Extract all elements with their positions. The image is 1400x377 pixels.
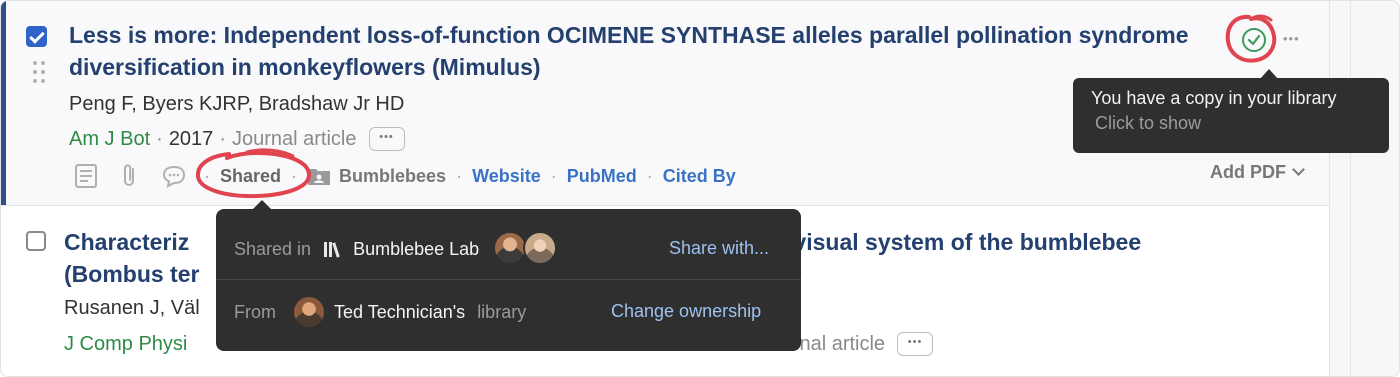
owner-avatar [292, 295, 326, 329]
title-visible-start: Characteriz [64, 229, 190, 255]
from-label: From [234, 301, 276, 322]
in-library-indicator[interactable] [1221, 11, 1283, 69]
library-tooltip: You have a copy in your library Click to… [1073, 69, 1389, 153]
notes-icon[interactable] [72, 162, 100, 190]
shared-in-line: Shared in Bumblebee Lab [234, 231, 563, 265]
owner-line: From Ted Technician's library [234, 295, 527, 329]
title-line-2: (Bombus ter [64, 261, 200, 287]
reference-list: Less is more: Independent loss-of-functi… [0, 0, 1400, 377]
shared-popover: Shared in Bumblebee Lab Share with... Fr… [216, 200, 801, 351]
paperclip-icon[interactable] [116, 162, 144, 190]
row-checkbox-checked[interactable] [26, 26, 47, 47]
pubmed-link[interactable]: PubMed [567, 166, 637, 187]
popover-divider [216, 279, 801, 280]
separator-dot: · [646, 165, 653, 186]
library-tooltip-action[interactable]: Click to show [1095, 110, 1371, 136]
folder-name[interactable]: Bumblebees [339, 166, 446, 187]
reference-actions: · Shared · Bumblebees · Website · PubMed… [72, 161, 736, 191]
more-details-button[interactable] [897, 332, 934, 356]
reference-title[interactable]: Less is more: Independent loss-of-functi… [69, 19, 1219, 83]
website-link[interactable]: Website [472, 166, 541, 187]
separator-dot: · [456, 165, 463, 186]
journal-name: Am J Bot [69, 127, 151, 150]
share-with-link[interactable]: Share with... [669, 238, 769, 259]
chevron-down-icon [1292, 163, 1305, 176]
cited-by-link[interactable]: Cited By [663, 166, 736, 187]
reference-authors: Peng F, Byers KJRP, Bradshaw Jr HD [69, 93, 405, 115]
reference-authors: Rusanen J, Väl [64, 297, 200, 319]
more-options-icon[interactable]: ••• [1283, 31, 1300, 46]
shared-annotation-circle [196, 148, 312, 199]
group-name[interactable]: Bumblebee Lab [353, 239, 479, 260]
title-visible-end: e visual system of the bumblebee [774, 229, 1142, 255]
drag-handle-icon[interactable] [33, 61, 47, 85]
library-word: library [477, 301, 527, 322]
owner-name[interactable]: Ted Technician's [334, 302, 465, 323]
library-icon [323, 240, 343, 258]
row-checkbox[interactable] [26, 231, 46, 251]
separator-dot: · [550, 165, 557, 186]
member-avatar [493, 231, 528, 265]
add-pdf-label: Add PDF [1210, 162, 1286, 182]
journal-name: J Comp Physi [64, 332, 188, 355]
add-pdf-button[interactable]: Add PDF [1210, 162, 1305, 183]
member-avatar [523, 231, 558, 265]
separator-dot: · [156, 127, 163, 150]
comment-icon[interactable] [160, 162, 188, 190]
change-ownership-link[interactable]: Change ownership [611, 301, 761, 322]
right-panel [1329, 1, 1399, 376]
shared-in-label: Shared in [234, 238, 312, 259]
library-tooltip-text: You have a copy in your library [1091, 88, 1337, 108]
more-details-button[interactable] [368, 127, 405, 151]
